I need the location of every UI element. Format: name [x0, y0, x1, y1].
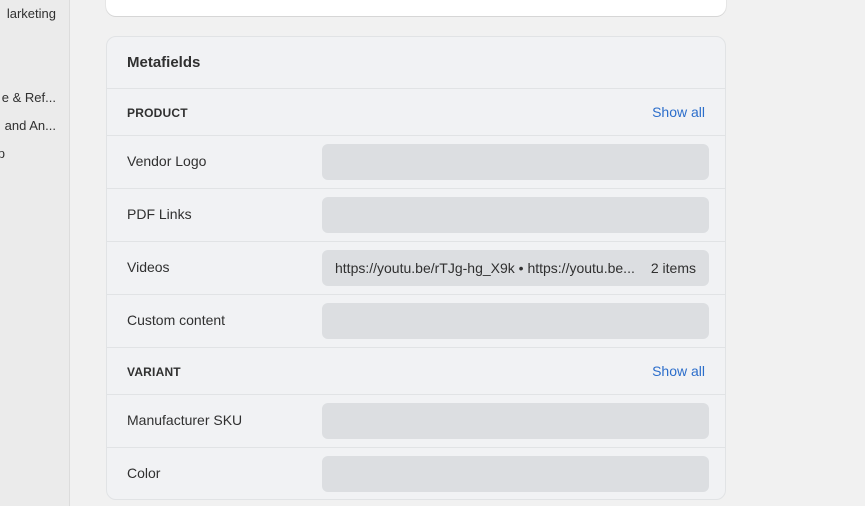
sidebar-item-brand[interactable]: and An...	[5, 118, 56, 133]
metafield-row-custom-content: Custom content	[107, 295, 725, 347]
metafields-title: Metafields	[127, 54, 201, 71]
metafield-row-color: Color	[107, 448, 725, 499]
manufacturer-sku-field[interactable]	[322, 403, 709, 439]
videos-field[interactable]: https://youtu.be/rTJg-hg_X9k • https://y…	[322, 250, 709, 286]
metafield-label: Manufacturer SKU	[127, 412, 243, 428]
metafields-card: Metafields PRODUCT Show all Vendor Logo …	[106, 36, 726, 500]
color-field[interactable]	[322, 456, 709, 492]
vendor-logo-field[interactable]	[322, 144, 709, 180]
metafield-label: PDF Links	[127, 206, 192, 222]
sidebar: larketing e & Ref... and An... p	[0, 0, 70, 506]
pdf-links-field[interactable]	[322, 197, 709, 233]
sidebar-item-app[interactable]: p	[0, 146, 5, 161]
variant-section-header: VARIANT Show all	[107, 348, 725, 394]
metafield-row-videos: Videos https://youtu.be/rTJg-hg_X9k • ht…	[107, 242, 725, 294]
product-section-label: PRODUCT	[127, 106, 188, 120]
metafield-row-vendor-logo: Vendor Logo	[107, 136, 725, 188]
product-section-header: PRODUCT Show all	[107, 89, 725, 135]
custom-content-field[interactable]	[322, 303, 709, 339]
metafield-label: Vendor Logo	[127, 153, 207, 169]
videos-item-count: 2 items	[650, 260, 696, 276]
metafield-label: Custom content	[127, 312, 226, 328]
variant-section-label: VARIANT	[127, 365, 181, 379]
metafield-row-manufacturer-sku: Manufacturer SKU	[107, 395, 725, 447]
previous-card	[106, 0, 726, 16]
metafield-label: Videos	[127, 259, 170, 275]
sidebar-item-marketing[interactable]: larketing	[7, 6, 56, 21]
variant-show-all-link[interactable]: Show all	[652, 363, 705, 379]
metafield-label: Color	[127, 465, 161, 481]
metafield-row-pdf-links: PDF Links	[107, 189, 725, 241]
videos-field-value: https://youtu.be/rTJg-hg_X9k • https://y…	[335, 260, 635, 276]
sidebar-item-returns[interactable]: e & Ref...	[2, 90, 56, 105]
product-show-all-link[interactable]: Show all	[652, 104, 705, 120]
